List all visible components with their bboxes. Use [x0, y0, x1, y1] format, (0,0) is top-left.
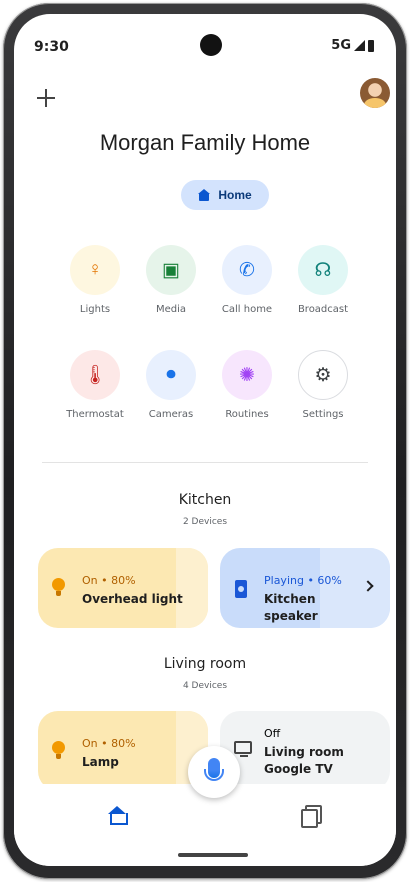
device-card-lamp[interactable]: On • 80% Lamp	[38, 711, 208, 791]
action-label: Routines	[225, 409, 269, 420]
action-label: Settings	[302, 409, 344, 420]
routines-icon: ✺	[222, 350, 272, 400]
room-title-living-room: Living room	[163, 656, 247, 672]
action-media[interactable]: ▣ Media	[131, 245, 211, 315]
avatar[interactable]	[360, 78, 390, 108]
action-broadcast[interactable]: ☊ Broadcast	[283, 245, 363, 315]
camera-icon: ⏺	[146, 350, 196, 400]
action-label: Thermostat	[66, 409, 124, 420]
chevron-right-icon[interactable]	[362, 580, 374, 592]
divider	[42, 462, 368, 463]
screen: 9:30 5G Morgan Family Home Home ♀ Lights ▣…	[14, 14, 396, 866]
action-settings[interactable]: ⚙ Settings	[283, 350, 363, 420]
battery-icon	[368, 39, 374, 52]
device-name: Kitchen speaker	[264, 592, 318, 623]
device-card-overhead-light[interactable]: On • 80% Overhead light	[38, 548, 208, 628]
devices-tab-icon[interactable]	[301, 805, 322, 828]
action-thermostat[interactable]: 🌡 Thermostat	[55, 350, 135, 420]
room-count-living-room: 4 Devices	[182, 681, 228, 691]
home-icon	[198, 189, 211, 201]
thermostat-icon: 🌡	[70, 350, 120, 400]
home-chip-label: Home	[218, 188, 252, 202]
action-label: Lights	[79, 304, 111, 315]
status-icons: 5G	[331, 38, 374, 53]
page-title: Morgan Family Home	[99, 130, 311, 155]
home-tab-icon[interactable]	[108, 806, 128, 825]
device-name: Living room Google TV	[264, 745, 344, 776]
action-cameras[interactable]: ⏺ Cameras	[131, 350, 211, 420]
device-name: Lamp	[82, 755, 119, 769]
room-title-kitchen: Kitchen	[178, 492, 232, 508]
signal-icon	[354, 40, 365, 51]
device-card-living-room-tv[interactable]: Off Living room Google TV	[220, 711, 390, 791]
phone-icon: ✆	[222, 245, 272, 295]
broadcast-icon: ☊	[298, 245, 348, 295]
action-lights[interactable]: ♀ Lights	[55, 245, 135, 315]
add-button[interactable]	[34, 86, 58, 110]
gear-icon: ⚙	[298, 350, 348, 400]
action-label: Call home	[221, 304, 273, 315]
voice-assistant-button[interactable]	[188, 746, 240, 798]
action-label: Broadcast	[297, 304, 349, 315]
home-indicator[interactable]	[178, 853, 248, 857]
speaker-icon	[235, 580, 247, 598]
device-status: On • 80%	[82, 574, 136, 587]
room-count-kitchen: 2 Devices	[182, 517, 228, 527]
lightbulb-icon: ♀	[70, 245, 120, 295]
network-label: 5G	[331, 38, 351, 53]
lightbulb-icon	[52, 578, 66, 598]
lightbulb-icon	[52, 741, 66, 761]
action-routines[interactable]: ✺ Routines	[207, 350, 287, 420]
action-label: Media	[155, 304, 187, 315]
front-camera	[200, 34, 222, 56]
microphone-icon	[204, 758, 224, 781]
device-card-kitchen-speaker[interactable]: Playing • 60% Kitchen speaker	[220, 548, 390, 628]
action-call-home[interactable]: ✆ Call home	[207, 245, 287, 315]
home-selector-chip[interactable]: Home	[181, 180, 269, 210]
device-status: Playing • 60%	[264, 574, 342, 587]
device-status: Off	[264, 727, 281, 740]
status-time: 9:30	[34, 39, 69, 55]
phone-frame: 9:30 5G Morgan Family Home Home ♀ Lights ▣…	[3, 3, 407, 879]
device-status: On • 80%	[82, 737, 136, 750]
tv-icon	[234, 741, 252, 757]
device-name: Overhead light	[82, 592, 183, 606]
action-label: Cameras	[148, 409, 194, 420]
media-icon: ▣	[146, 245, 196, 295]
